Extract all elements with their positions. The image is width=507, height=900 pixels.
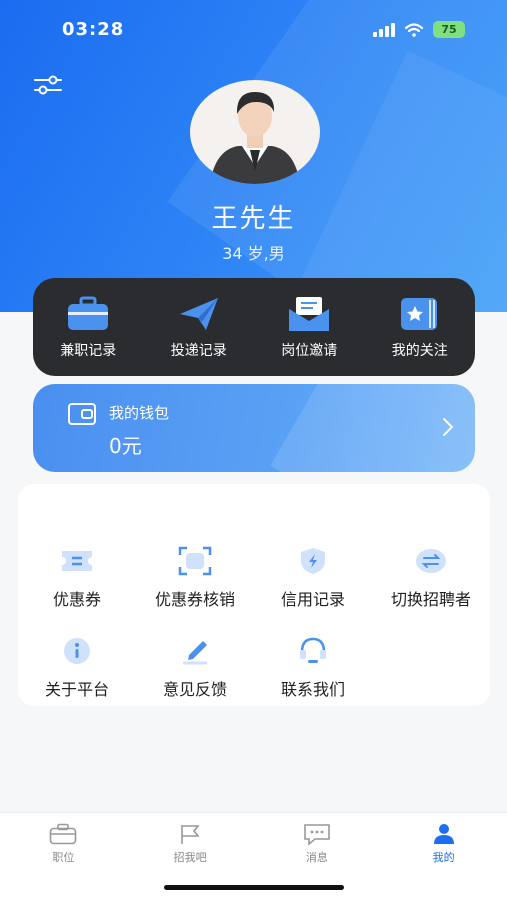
quick-action-label: 投递记录 xyxy=(170,343,227,359)
menu-item-label: 意见反馈 xyxy=(162,680,227,699)
menu-item-coupons[interactable]: 优惠券 xyxy=(18,546,136,610)
tab-label: 消息 xyxy=(305,851,328,864)
menu-item-contact-us[interactable]: 联系我们 xyxy=(254,636,372,700)
quick-action-label: 我的关注 xyxy=(391,343,448,359)
status-icons: 75 xyxy=(373,21,465,38)
briefcase-icon xyxy=(68,296,109,330)
wallet-card[interactable]: 我的钱包 0元 xyxy=(33,384,475,472)
menu-item-about[interactable]: 关于平台 xyxy=(18,636,136,700)
quick-actions-panel: 兼职记录 投递记录 岗位邀请 我的关注 xyxy=(33,278,475,376)
avatar[interactable] xyxy=(190,80,320,184)
switch-icon xyxy=(416,549,446,573)
scan-icon xyxy=(178,546,212,576)
battery-icon: 75 xyxy=(433,21,465,38)
envelope-icon xyxy=(289,297,330,331)
wifi-icon xyxy=(405,22,423,37)
shield-icon xyxy=(301,548,325,574)
quick-action-my-follows[interactable]: 我的关注 xyxy=(370,294,470,360)
menu-item-label: 关于平台 xyxy=(44,680,109,699)
pen-icon xyxy=(183,641,207,665)
tab-label: 职位 xyxy=(52,851,75,864)
status-time: 03:28 xyxy=(62,19,125,40)
person-icon xyxy=(433,824,454,844)
paper-plane-icon xyxy=(179,298,218,330)
headset-icon xyxy=(300,637,326,663)
briefcase-icon xyxy=(50,823,77,845)
menu-item-switch-recruiter[interactable]: 切换招聘者 xyxy=(372,546,490,610)
quick-action-application-records[interactable]: 投递记录 xyxy=(149,294,249,360)
profile-header: 03:28 75 王先生 34 岁,男 xyxy=(0,0,507,312)
menu-item-label: 切换招聘者 xyxy=(390,590,471,609)
menu-item-label: 信用记录 xyxy=(280,590,345,609)
menu-item-label: 联系我们 xyxy=(280,680,345,699)
wallet-title: 我的钱包 xyxy=(109,404,170,422)
avatar-image xyxy=(210,92,300,184)
star-book-icon xyxy=(400,298,437,330)
tab-label: 招我吧 xyxy=(173,851,207,864)
wallet-balance: 0元 xyxy=(109,434,142,458)
home-indicator xyxy=(164,885,344,890)
flag-icon xyxy=(181,825,200,844)
quick-action-label: 岗位邀请 xyxy=(281,343,338,359)
quick-action-job-invitations[interactable]: 岗位邀请 xyxy=(259,294,359,360)
coupon-icon xyxy=(62,551,92,571)
menu-item-coupon-redeem[interactable]: 优惠券核销 xyxy=(136,546,254,610)
tab-jobs[interactable]: 职位 xyxy=(0,813,127,900)
menu-item-label: 优惠券核销 xyxy=(154,590,235,609)
services-menu: 优惠券 优惠券核销 信用记录 切换招聘者 关于平台 意见反馈 联系我们 xyxy=(18,484,490,706)
tab-mine[interactable]: 我的 xyxy=(380,813,507,900)
quick-action-label: 兼职记录 xyxy=(60,343,117,359)
cellular-signal-icon xyxy=(373,22,395,37)
wallet-icon xyxy=(68,403,96,425)
chevron-right-icon xyxy=(443,418,454,436)
menu-item-label: 优惠券 xyxy=(52,590,101,609)
menu-item-credit-records[interactable]: 信用记录 xyxy=(254,546,372,610)
user-age-gender: 34 岁,男 xyxy=(222,244,285,263)
message-icon xyxy=(304,824,330,845)
user-name: 王先生 xyxy=(211,204,296,234)
tab-label: 我的 xyxy=(432,851,455,864)
settings-sliders-icon[interactable] xyxy=(33,73,63,97)
quick-action-part-time-records[interactable]: 兼职记录 xyxy=(38,294,138,360)
info-icon xyxy=(64,638,90,664)
menu-item-feedback[interactable]: 意见反馈 xyxy=(136,636,254,700)
